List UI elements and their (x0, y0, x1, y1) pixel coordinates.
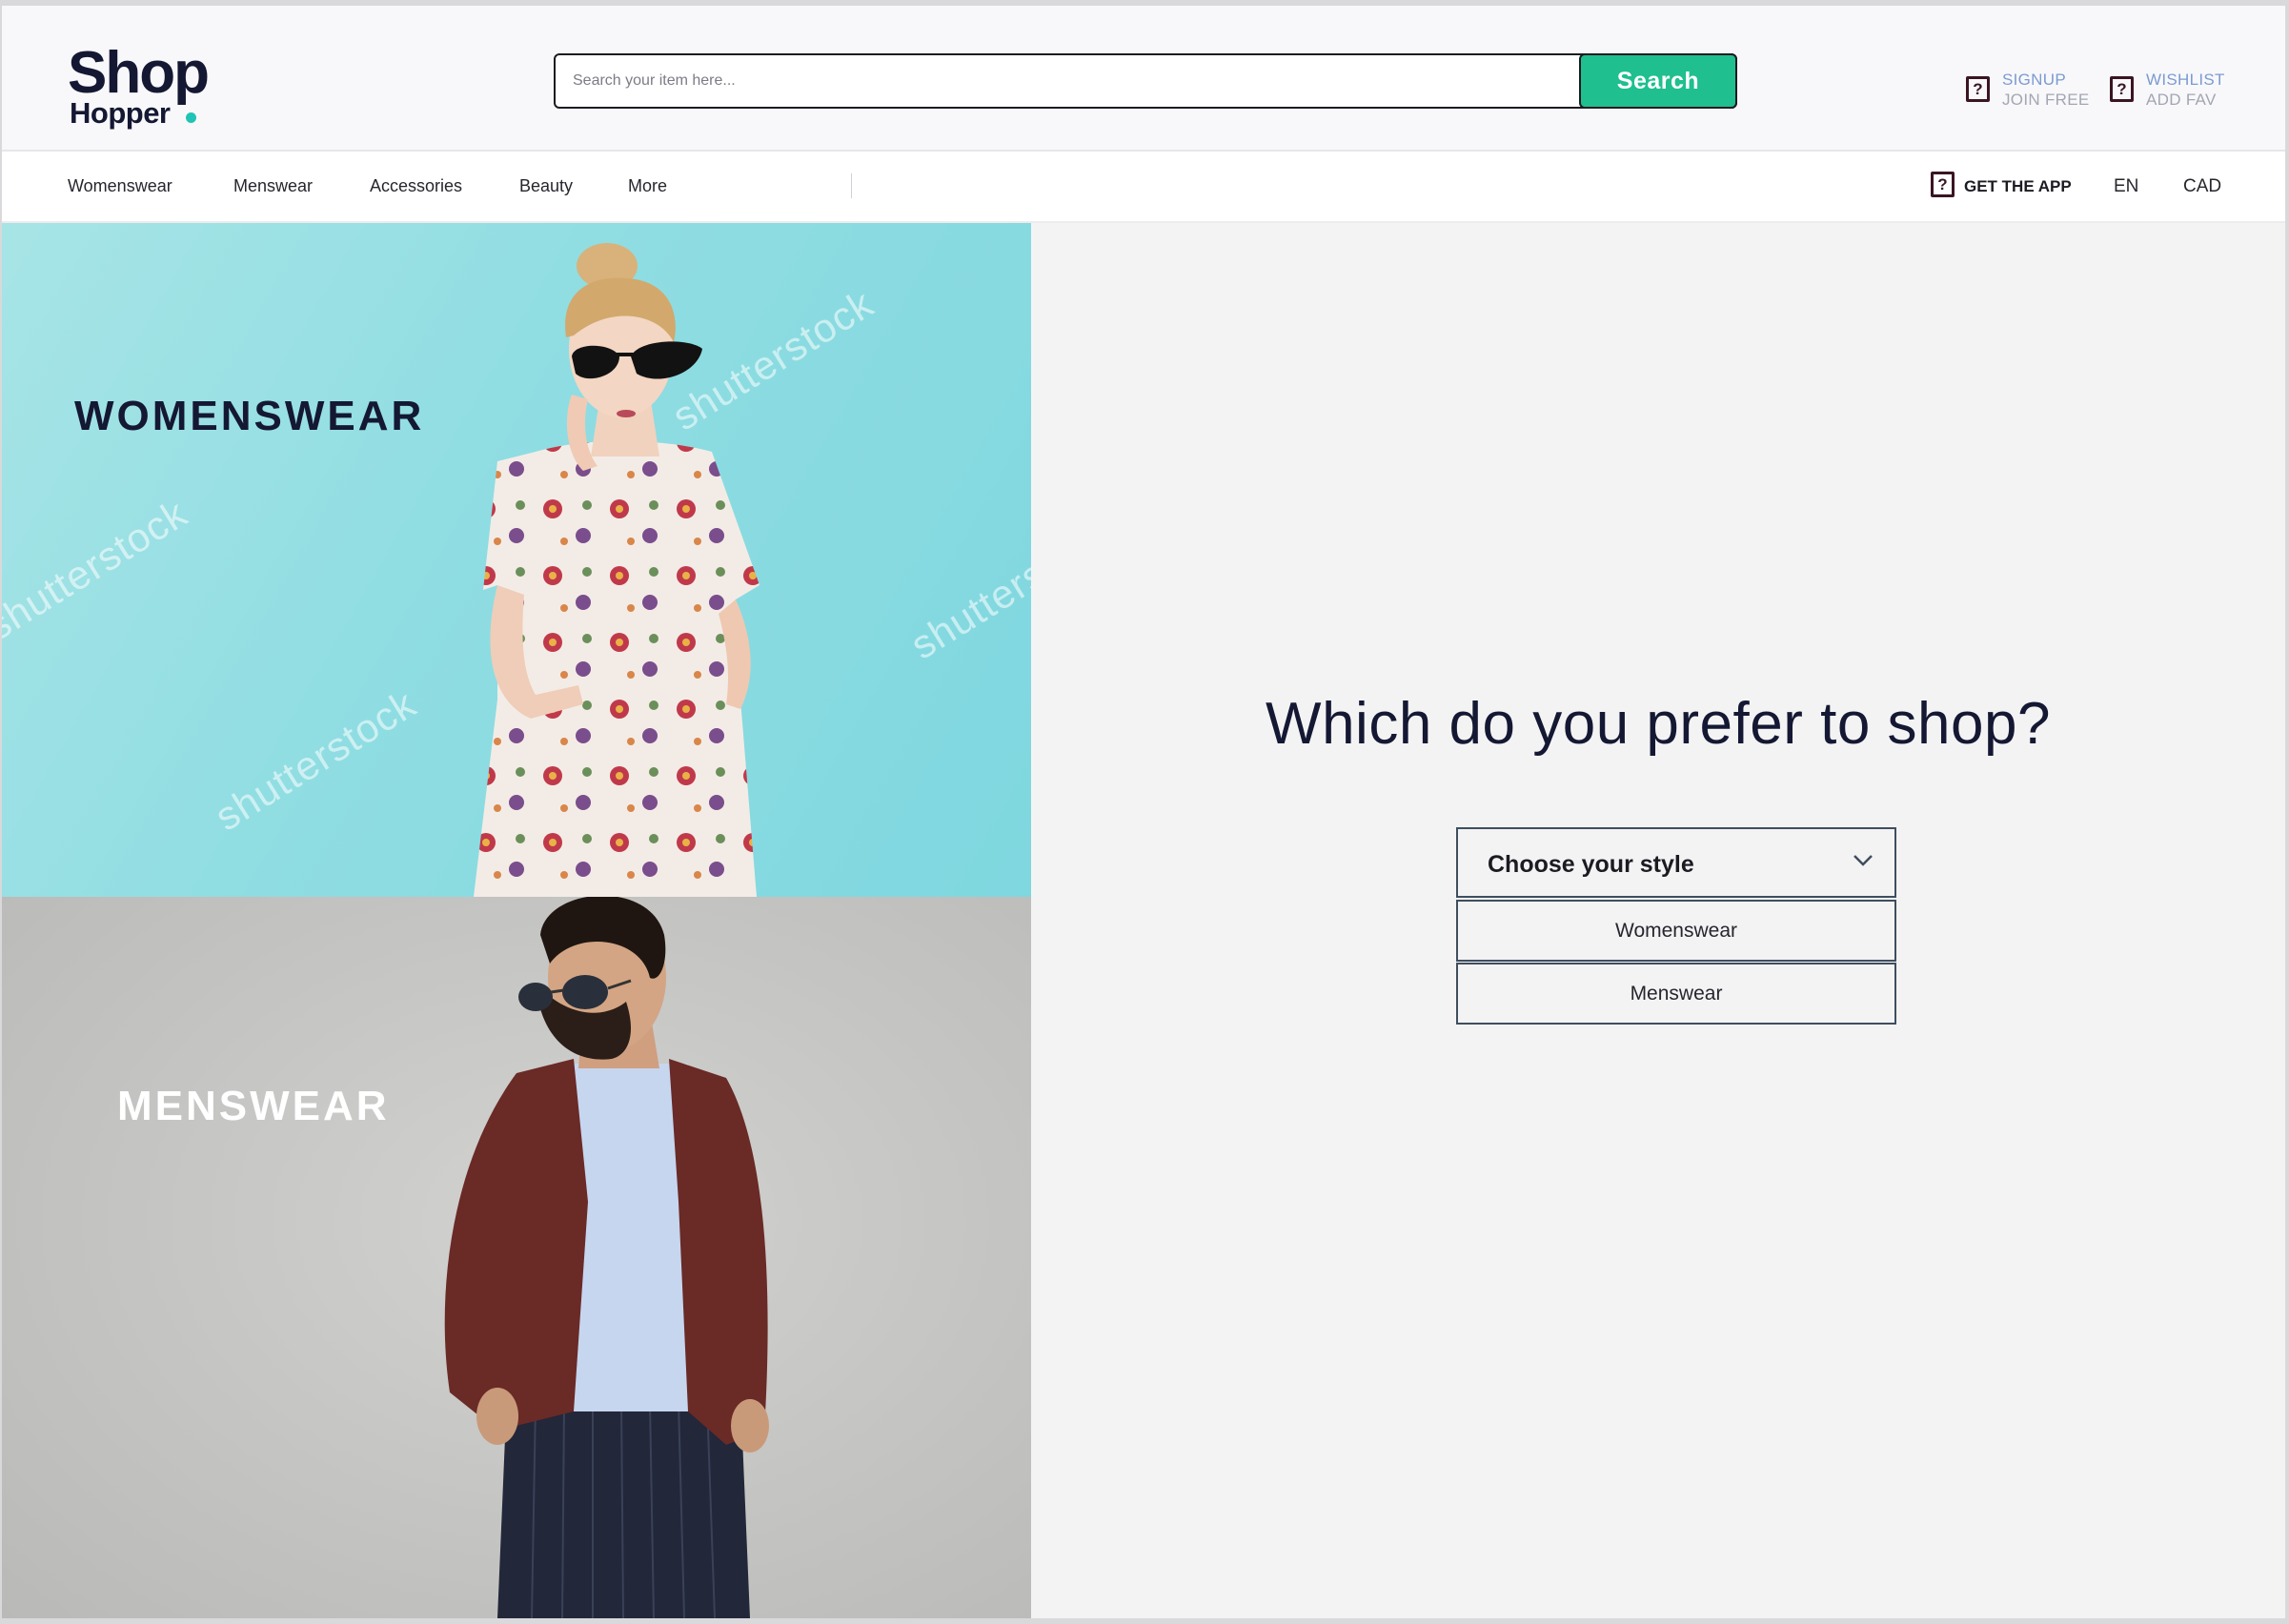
search-button[interactable]: Search (1579, 53, 1737, 109)
logo-text-hopper: Hopper (70, 96, 171, 130)
womenswear-banner[interactable]: shutterstock shutterstock shutterstock s… (2, 223, 1031, 897)
question-box-icon: ? (1931, 172, 1955, 197)
page-frame: Shop Hopper Search ? SIGNUP JOIN FREE ? … (2, 6, 2285, 1618)
signup-link[interactable]: ? SIGNUP JOIN FREE (1966, 65, 2090, 109)
nav-item-womenswear[interactable]: Womenswear (68, 176, 172, 196)
search-bar: Search (554, 53, 1737, 109)
get-the-app-link[interactable]: ? GET THE APP (1931, 168, 2074, 206)
signup-subtitle: JOIN FREE (2002, 91, 2090, 109)
menswear-model-illustration (444, 897, 769, 1618)
style-dropdown-label: Choose your style (1488, 851, 1694, 878)
language-selector[interactable]: EN (2114, 176, 2138, 197)
nav-item-accessories[interactable]: Accessories (370, 176, 462, 196)
logo-dot (186, 112, 196, 123)
style-option-menswear[interactable]: Menswear (1456, 963, 1896, 1025)
wishlist-link[interactable]: ? WISHLIST ADD FAV (2110, 65, 2234, 109)
shophopper-logo[interactable]: Shop Hopper (68, 40, 239, 135)
womenswear-model-illustration (474, 243, 760, 897)
site-header: Shop Hopper Search ? SIGNUP JOIN FREE ? … (2, 6, 2285, 152)
menswear-label: MENSWEAR (117, 1083, 390, 1129)
nav-divider (851, 173, 852, 198)
nav-item-more[interactable]: More (628, 176, 667, 196)
currency-selector[interactable]: CAD (2183, 176, 2221, 197)
menswear-banner[interactable]: MENSWEAR (2, 897, 1031, 1618)
style-question-heading: Which do you prefer to shop? (1266, 691, 2051, 757)
wishlist-title: WISHLIST (2146, 71, 2225, 89)
search-input[interactable] (556, 55, 1577, 107)
signup-title: SIGNUP (2002, 71, 2066, 89)
nav-item-beauty[interactable]: Beauty (519, 176, 573, 196)
question-box-icon: ? (2110, 76, 2134, 102)
style-chooser-area: Which do you prefer to shop? Choose your… (1031, 223, 2285, 1618)
womenswear-label: WOMENSWEAR (74, 393, 425, 439)
chevron-down-icon (1853, 855, 1873, 866)
get-the-app-label: GET THE APP (1964, 177, 2072, 195)
nav-item-menswear[interactable]: Menswear (233, 176, 313, 196)
style-dropdown[interactable]: Choose your style (1456, 827, 1896, 898)
category-nav: Womenswear Menswear Accessories Beauty M… (2, 152, 2285, 223)
style-option-womenswear[interactable]: Womenswear (1456, 900, 1896, 962)
question-box-icon: ? (1966, 76, 1990, 102)
wishlist-subtitle: ADD FAV (2146, 91, 2217, 109)
